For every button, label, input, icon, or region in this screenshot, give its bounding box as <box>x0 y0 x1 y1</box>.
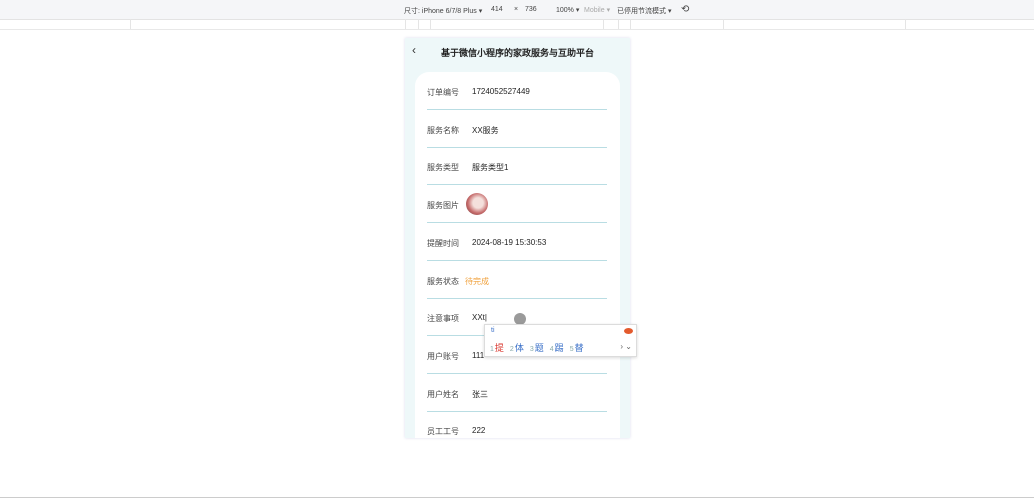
candidate-number: 1 <box>490 346 494 353</box>
field-row: 员工工号 222 <box>427 411 607 438</box>
field-value: 服务类型1 <box>472 163 509 173</box>
field-value: XX服务 <box>472 125 499 135</box>
devtools-device-toolbar: 尺寸: iPhone 6/7/8 Plus ▾ 414 × 736 100% ▾… <box>0 0 1034 20</box>
mode-select[interactable]: Mobile ▾ <box>584 6 610 14</box>
field-value: 1724052527449 <box>472 87 530 96</box>
candidate-number: 3 <box>529 346 534 353</box>
field-value: 张三 <box>472 389 488 399</box>
dimension-separator: × <box>514 6 519 13</box>
field-value: 111 <box>472 350 485 360</box>
page-title: 基于微信小程序的家政服务与互助平台 <box>440 48 594 58</box>
width-input[interactable]: 414 <box>491 6 503 13</box>
notes-input[interactable]: XXt| <box>472 313 487 322</box>
field-value: 待完成 <box>465 276 489 286</box>
field-label: 服务状态 <box>427 276 459 286</box>
ime-candidate[interactable]: 5替 <box>570 343 584 353</box>
field-label: 员工工号 <box>427 427 459 437</box>
ime-more-button[interactable]: › ⌄ <box>620 342 632 351</box>
field-label: 提醒时间 <box>427 238 459 248</box>
rotate-icon[interactable]: ⟲ <box>681 4 689 15</box>
divider <box>0 497 1034 498</box>
ime-candidate[interactable]: 1提 <box>490 343 504 353</box>
candidate-char: 踢 <box>554 343 564 353</box>
candidate-char: 提 <box>494 343 504 353</box>
field-label: 订单编号 <box>427 88 459 97</box>
phone-viewport: ‹ 基于微信小程序的家政服务与互助平台 订单编号 1724052527449 服务名… <box>405 38 630 438</box>
candidate-char: 替 <box>574 343 584 353</box>
candidate-number: 5 <box>569 346 574 353</box>
service-image[interactable] <box>466 193 488 216</box>
candidate-number: 4 <box>549 346 554 353</box>
candidate-char: 体 <box>514 343 524 353</box>
field-label: 服务图片 <box>427 201 459 211</box>
ime-candidate[interactable]: 2体 <box>510 343 524 353</box>
zoom-select[interactable]: 100% ▾ <box>556 6 579 14</box>
candidate-char: 题 <box>534 343 544 353</box>
throttle-select[interactable]: 已停用节流模式 ▾ <box>617 6 671 16</box>
field-label: 用户账号 <box>427 351 459 361</box>
field-row: 服务名称 XX服务 <box>427 110 607 148</box>
nav-header: ‹ 基于微信小程序的家政服务与互助平台 <box>405 38 630 64</box>
field-label: 注意事项 <box>427 314 459 324</box>
ime-logo-icon <box>624 328 633 334</box>
ime-candidate[interactable]: 4踢 <box>550 343 564 353</box>
ime-candidate[interactable]: 3题 <box>530 343 544 353</box>
field-label: 服务类型 <box>427 163 459 173</box>
field-row: 服务类型 服务类型1 <box>427 147 607 186</box>
ime-candidate-popup: ti 1提 2体 3题 4踢 5替 › ⌄ <box>484 324 637 357</box>
candidate-number: 2 <box>509 346 514 353</box>
field-row: 服务图片 <box>427 185 607 224</box>
ime-composition: ti <box>491 327 495 334</box>
field-value: 2024-08-19 15:30:53 <box>472 237 547 247</box>
field-value: 222 <box>472 426 486 436</box>
height-input[interactable]: 736 <box>525 6 537 13</box>
field-label: 用户姓名 <box>427 389 459 399</box>
order-detail-card: 订单编号 1724052527449 服务名称 XX服务服务类型 服务类型1 服务图片提醒… <box>415 72 620 438</box>
field-row: 订单编号 1724052527449 <box>427 72 607 110</box>
field-label: 服务名称 <box>427 125 459 135</box>
ruler <box>0 19 1034 30</box>
field-row: 提醒时间 2024-08-19 15:30:53 <box>427 223 607 261</box>
device-select[interactable]: 尺寸: iPhone 6/7/8 Plus ▾ <box>404 6 482 16</box>
field-row: 服务状态 待完成 <box>427 261 607 299</box>
field-row: 用户姓名 张三 <box>427 374 607 412</box>
